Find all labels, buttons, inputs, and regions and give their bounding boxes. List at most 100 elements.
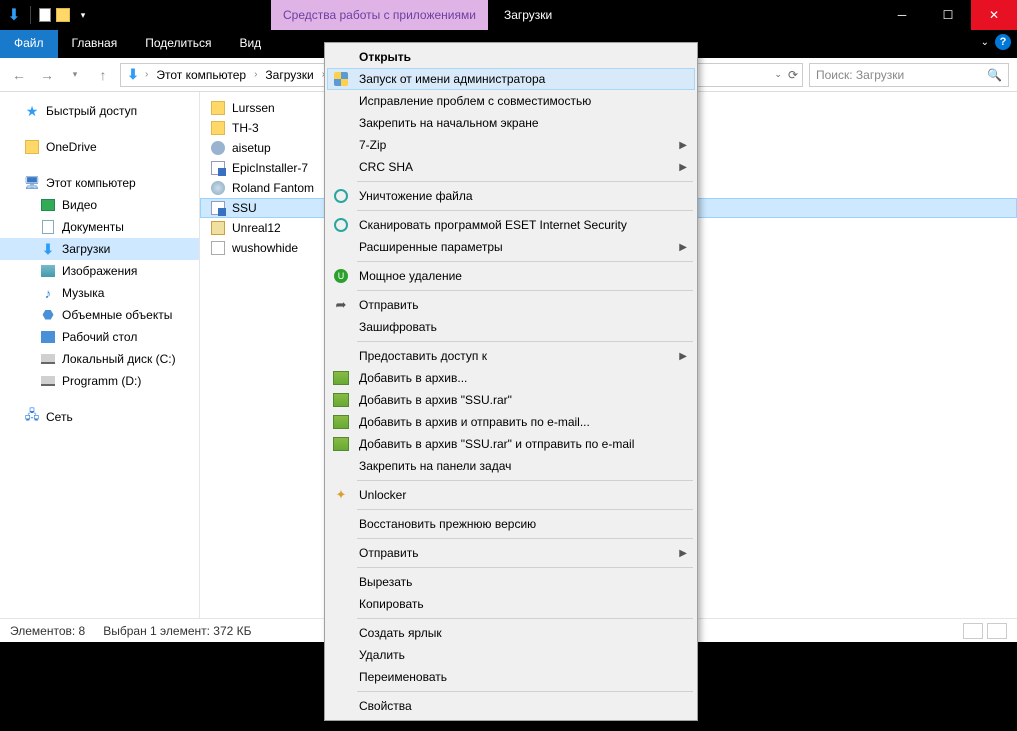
winrar-icon [331, 434, 351, 454]
shield-icon [331, 69, 351, 89]
desktop-icon [40, 329, 56, 345]
ctx-properties[interactable]: Свойства [327, 695, 695, 717]
ctx-create-shortcut[interactable]: Создать ярлык [327, 622, 695, 644]
ctx-add-archive[interactable]: Добавить в архив... [327, 367, 695, 389]
ctx-crc-sha[interactable]: CRC SHA▶ [327, 156, 695, 178]
qat-dropdown-icon[interactable]: ▾ [75, 7, 91, 23]
ctx-delete[interactable]: Удалить [327, 644, 695, 666]
tree-this-pc[interactable]: 🖥 Этот компьютер [0, 172, 199, 194]
refresh-icon[interactable]: ⟳ [788, 68, 798, 82]
search-input[interactable]: Поиск: Загрузки 🔍 [809, 63, 1009, 87]
network-icon: 🖧 [24, 409, 40, 425]
tree-label: Сеть [46, 410, 73, 424]
nav-back-button[interactable]: ← [8, 64, 30, 86]
ctx-eset-advanced[interactable]: Расширенные параметры▶ [327, 236, 695, 258]
tree-network[interactable]: 🖧 Сеть [0, 406, 199, 428]
ctx-open[interactable]: Открыть [327, 46, 695, 68]
minimize-button[interactable]: ─ [879, 0, 925, 30]
ctx-run-admin[interactable]: Запуск от имени администратора [327, 68, 695, 90]
context-menu: Открыть Запуск от имени администратора И… [324, 42, 698, 721]
ctx-encrypt[interactable]: Зашифровать [327, 316, 695, 338]
address-folder-icon: ⬇ [125, 67, 141, 83]
ctx-add-ssu-rar[interactable]: Добавить в архив "SSU.rar" [327, 389, 695, 411]
qat-properties-icon[interactable] [39, 8, 51, 22]
ctx-pin-taskbar[interactable]: Закрепить на панели задач [327, 455, 695, 477]
tree-label: Локальный диск (C:) [62, 352, 176, 366]
blank-icon [331, 696, 351, 716]
ctx-cut[interactable]: Вырезать [327, 571, 695, 593]
tree-disk-c[interactable]: Локальный диск (C:) [0, 348, 199, 370]
tree-desktop[interactable]: Рабочий стол [0, 326, 199, 348]
ctx-add-email[interactable]: Добавить в архив и отправить по e-mail..… [327, 411, 695, 433]
winrar-icon [331, 368, 351, 388]
ribbon-tab-view[interactable]: Вид [225, 30, 275, 58]
ctx-compat-troubleshoot[interactable]: Исправление проблем с совместимостью [327, 90, 695, 112]
disk-icon [40, 351, 56, 367]
qat-newfolder-icon[interactable] [55, 7, 71, 23]
help-icon[interactable]: ? [995, 34, 1011, 50]
tree-label: Programm (D:) [62, 374, 141, 388]
maximize-button[interactable]: ☐ [925, 0, 971, 30]
tree-label: Этот компьютер [46, 176, 136, 190]
tree-downloads[interactable]: ⬇Загрузки [0, 238, 199, 260]
tree-label: Видео [62, 198, 97, 212]
ctx-separator [357, 618, 693, 619]
ctx-unlocker[interactable]: ✦Unlocker [327, 484, 695, 506]
installer-icon [210, 160, 226, 176]
chevron-right-icon[interactable]: › [145, 69, 148, 80]
folder-icon [210, 100, 226, 116]
address-dropdown-icon[interactable]: ⌄ [774, 69, 782, 80]
submenu-arrow-icon: ▶ [679, 242, 687, 253]
ribbon-tab-file[interactable]: Файл [0, 30, 58, 58]
file-name: Lurssen [232, 101, 275, 115]
ribbon-tab-home[interactable]: Главная [58, 30, 132, 58]
tree-3dobjects[interactable]: ⬣Объемные объекты [0, 304, 199, 326]
tree-onedrive[interactable]: OneDrive [0, 136, 199, 158]
blank-icon [331, 572, 351, 592]
cube-icon: ⬣ [40, 307, 56, 323]
file-name: Roland Fantom [232, 181, 314, 195]
file-name: EpicInstaller-7 [232, 161, 308, 175]
ctx-share[interactable]: ➦Отправить [327, 294, 695, 316]
tree-pictures[interactable]: Изображения [0, 260, 199, 282]
ctx-rename[interactable]: Переименовать [327, 666, 695, 688]
blank-icon [331, 157, 351, 177]
tree-documents[interactable]: Документы [0, 216, 199, 238]
window-title: Загрузки [488, 0, 568, 30]
ctx-copy[interactable]: Копировать [327, 593, 695, 615]
tree-quick-access[interactable]: ★Быстрый доступ [0, 100, 199, 122]
ribbon-expand-icon[interactable]: ⌄ [981, 37, 989, 48]
close-button[interactable]: ✕ [971, 0, 1017, 30]
breadcrumb-downloads[interactable]: Загрузки [261, 66, 317, 84]
view-details-button[interactable] [963, 623, 983, 639]
view-icons-button[interactable] [987, 623, 1007, 639]
ctx-eset-scan[interactable]: Сканировать программой ESET Internet Sec… [327, 214, 695, 236]
ctx-7zip[interactable]: 7-Zip▶ [327, 134, 695, 156]
tree-disk-d[interactable]: Programm (D:) [0, 370, 199, 392]
ctx-pin-start[interactable]: Закрепить на начальном экране [327, 112, 695, 134]
submenu-arrow-icon: ▶ [679, 351, 687, 362]
ctx-give-access[interactable]: Предоставить доступ к▶ [327, 345, 695, 367]
ribbon-tab-share[interactable]: Поделиться [131, 30, 225, 58]
submenu-arrow-icon: ▶ [679, 162, 687, 173]
tree-label: Рабочий стол [62, 330, 137, 344]
pc-icon: 🖥 [24, 175, 40, 191]
ctx-eset-shred[interactable]: Уничтожение файла [327, 185, 695, 207]
ctx-force-delete[interactable]: UМощное удаление [327, 265, 695, 287]
tree-videos[interactable]: Видео [0, 194, 199, 216]
tree-music[interactable]: ♪Музыка [0, 282, 199, 304]
search-placeholder: Поиск: Загрузки [816, 68, 904, 82]
contextual-tool-tab[interactable]: Средства работы с приложениями [271, 0, 488, 30]
chevron-right-icon[interactable]: › [254, 69, 257, 80]
nav-recent-dropdown[interactable]: ▾ [64, 64, 86, 86]
music-icon: ♪ [40, 285, 56, 301]
ctx-send-to[interactable]: Отправить▶ [327, 542, 695, 564]
disk-icon [40, 373, 56, 389]
qat-download-icon: ⬇ [6, 7, 22, 23]
nav-forward-button[interactable]: → [36, 64, 58, 86]
breadcrumb-this-pc[interactable]: Этот компьютер [152, 66, 250, 84]
ctx-add-ssu-email[interactable]: Добавить в архив "SSU.rar" и отправить п… [327, 433, 695, 455]
nav-up-button[interactable]: ↑ [92, 64, 114, 86]
ctx-restore-version[interactable]: Восстановить прежнюю версию [327, 513, 695, 535]
tree-label: OneDrive [46, 140, 97, 154]
